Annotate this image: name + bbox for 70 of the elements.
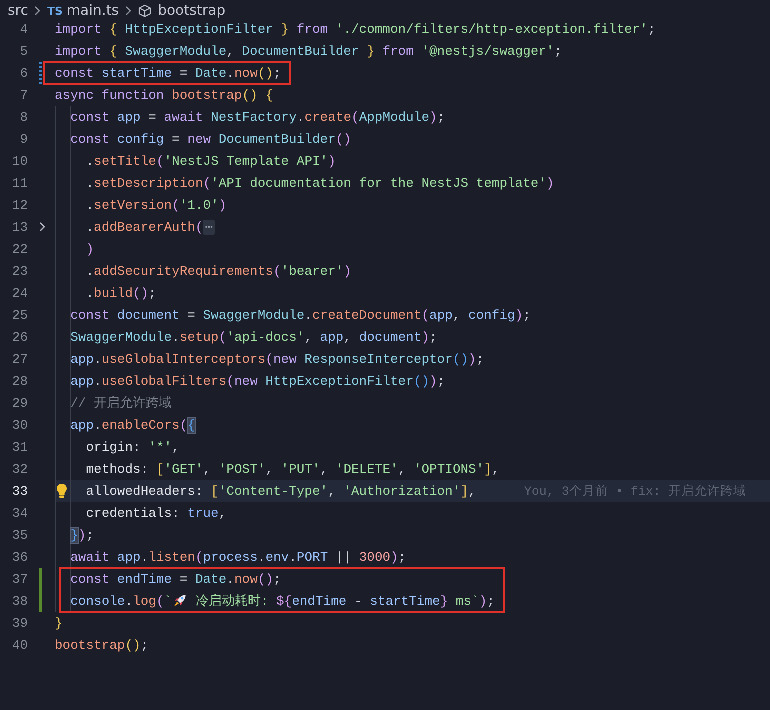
rocket-icon <box>173 594 188 608</box>
line-number: 11 <box>11 176 28 190</box>
code-line: }); <box>70 528 94 542</box>
code-line: app.useGlobalFilters(new HttpExceptionFilter()); <box>70 374 446 388</box>
line-number: 23 <box>11 264 28 278</box>
lightbulb-icon[interactable] <box>56 483 68 499</box>
cube-icon <box>138 4 152 18</box>
line-number: 33 <box>11 484 28 498</box>
code-line: .setDescription('API documentation for the NestJS template') <box>86 176 554 190</box>
code-line: credentials: true, <box>86 506 227 520</box>
code-line: allowedHeaders: ['Content-Type', 'Authorization'], <box>86 484 476 498</box>
line-number: 27 <box>11 352 28 366</box>
line-number: 13 <box>11 220 28 234</box>
line-number: 28 <box>11 374 28 388</box>
code-line: const startTime = Date.now(); <box>55 66 282 80</box>
line-number: 10 <box>11 154 28 168</box>
line-number: 40 <box>11 638 28 652</box>
code-line: .build(); <box>86 286 156 300</box>
breadcrumb-item[interactable]: bootstrap <box>158 3 226 19</box>
line-number: 39 <box>11 616 28 630</box>
chevron-icon[interactable] <box>39 222 46 232</box>
code-line: async function bootstrap() { <box>55 88 274 102</box>
code-line: await app.listen(process.env.PORT || 3000); <box>70 550 406 564</box>
blame-annotation: You, 3个月前 • fix: 开启允许跨域 <box>524 484 746 500</box>
line-number: 8 <box>19 110 28 124</box>
line-number: 29 <box>11 396 28 410</box>
line-number: 6 <box>19 66 28 80</box>
line-number: 4 <box>19 22 28 36</box>
code-line: .setTitle('NestJS Template API') <box>86 154 336 168</box>
code-line: .addBearerAuth(⋯ <box>86 220 216 234</box>
line-number: 9 <box>19 132 28 146</box>
line-number: 5 <box>19 44 28 58</box>
code-line: ) <box>86 242 94 256</box>
line-number: 37 <box>11 572 28 586</box>
line-number: 26 <box>11 330 28 344</box>
file-type-label: TS <box>47 4 63 18</box>
code-line: const app = await NestFactory.create(AppModule); <box>70 110 446 124</box>
line-number: 38 <box>11 594 28 608</box>
line-number: 36 <box>11 550 28 564</box>
code-line: const endTime = Date.now(); <box>70 572 282 586</box>
code-line: app.useGlobalInterceptors(new ResponseInterceptor()); <box>70 352 484 366</box>
code-line: methods: ['GET', 'POST', 'PUT', 'DELETE', 'OPTIONS'], <box>86 462 500 476</box>
code-line: 冷启动耗时: ${endTime - startTime} ms`); <box>194 593 495 610</box>
code-line: .addSecurityRequirements('bearer') <box>86 264 352 278</box>
line-number: 34 <box>11 506 28 520</box>
code-line: const document = SwaggerModule.createDocument(app, config); <box>70 308 531 322</box>
breadcrumb-item[interactable]: src <box>8 3 28 19</box>
line-number: 25 <box>11 308 28 322</box>
breadcrumb-item[interactable]: main.ts <box>66 3 120 19</box>
code-line: // 开启允许跨域 <box>70 395 172 412</box>
code-line: .setVersion('1.0') <box>86 198 227 212</box>
chevron-icon <box>34 6 42 16</box>
code-line: } <box>55 616 63 630</box>
line-number: 24 <box>11 286 28 300</box>
code-line: app.enableCors({ <box>70 418 196 432</box>
line-number: 30 <box>11 418 28 432</box>
code-line: bootstrap(); <box>55 638 149 652</box>
code-line: import { HttpExceptionFilter } from './common/filters/http-exception.filter'; <box>55 22 656 36</box>
line-number: 32 <box>11 462 28 476</box>
code-line: const config = new DocumentBuilder() <box>70 132 352 146</box>
chevron-icon <box>125 6 132 16</box>
line-number: 7 <box>19 88 28 102</box>
line-number: 31 <box>11 440 28 454</box>
code-line: console.log(` <box>70 594 172 608</box>
code-line: import { SwaggerModule, DocumentBuilder } from '@nestjs/swagger'; <box>55 44 562 58</box>
code-line: origin: '*', <box>86 440 180 454</box>
line-number: 12 <box>11 198 28 212</box>
line-number: 22 <box>11 242 28 256</box>
line-number: 35 <box>11 528 28 542</box>
code-line: SwaggerModule.setup('api-docs', app, document); <box>70 330 438 344</box>
